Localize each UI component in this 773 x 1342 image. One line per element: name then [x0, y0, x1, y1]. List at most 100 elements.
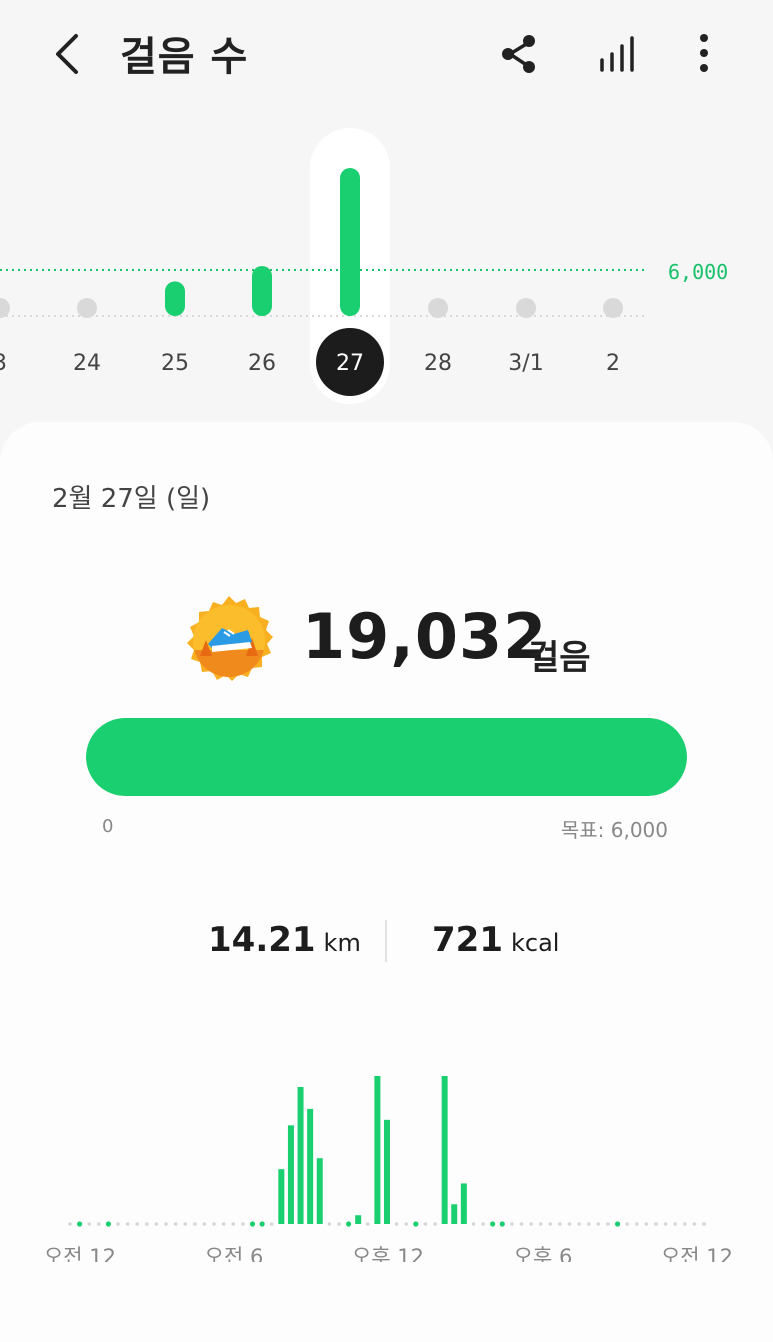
hour-empty-dot — [529, 1222, 533, 1226]
hour-bar — [316, 1158, 323, 1224]
day-bar[interactable] — [340, 168, 360, 316]
bar-chart-icon — [600, 36, 634, 72]
hour-empty-dot — [596, 1222, 601, 1226]
distance-unit: km — [323, 929, 361, 957]
hour-empty-dot — [241, 1222, 245, 1226]
calories-metric: 721 kcal — [432, 920, 559, 960]
hour-empty-dot — [173, 1222, 178, 1226]
hour-empty-dot — [337, 1222, 341, 1226]
hour-axis-label: 오전 12 — [661, 1245, 733, 1262]
day-empty-dot[interactable] — [516, 298, 536, 318]
hour-bar — [384, 1119, 390, 1224]
hour-empty-dot — [558, 1222, 562, 1226]
hour-axis-label: 오후 12 — [352, 1245, 424, 1262]
day-bar[interactable] — [165, 281, 185, 316]
hour-empty-dot — [663, 1222, 668, 1226]
calories-unit: kcal — [510, 929, 560, 957]
day-label[interactable]: 25 — [161, 351, 189, 376]
hour-empty-dot — [394, 1222, 399, 1226]
goal-achieved-badge-icon — [187, 596, 273, 681]
hour-empty-dot — [682, 1222, 687, 1226]
day-label[interactable]: 3/1 — [508, 351, 543, 376]
hour-empty-dot — [673, 1222, 677, 1226]
hour-empty-dot — [135, 1222, 140, 1226]
hour-empty-dot — [586, 1222, 591, 1226]
hour-empty-dot — [68, 1222, 72, 1226]
hour-empty-dot — [327, 1222, 332, 1226]
hour-empty-dot — [625, 1222, 629, 1226]
hour-empty-dot — [692, 1222, 697, 1226]
hour-empty-dot — [567, 1222, 572, 1226]
day-label[interactable]: 2 — [606, 351, 620, 376]
hour-empty-dot — [164, 1222, 168, 1226]
day-empty-dot[interactable] — [603, 298, 623, 318]
hour-empty-dot — [231, 1222, 236, 1226]
top-app-bar: 걸음 수 — [0, 0, 773, 110]
hour-bar-minimal — [249, 1221, 256, 1227]
hour-empty-dot — [202, 1222, 207, 1226]
daily-steps-chart[interactable]: 3 24 25 26 27 28 3/1 2 — [0, 120, 773, 420]
metric-divider — [385, 920, 387, 962]
goal-progress-fill — [86, 718, 687, 796]
hour-empty-dot — [577, 1222, 581, 1226]
hour-bar — [451, 1204, 458, 1224]
distance-value: 14.21 — [208, 920, 316, 960]
hour-bar-minimal — [77, 1221, 83, 1227]
more-options-button[interactable] — [684, 30, 728, 78]
hour-empty-dot — [510, 1222, 514, 1226]
hour-bar — [355, 1215, 362, 1224]
hour-empty-dot — [183, 1222, 188, 1226]
hour-empty-dot — [365, 1222, 370, 1226]
stats-button[interactable] — [596, 30, 640, 78]
hour-bar — [374, 1076, 381, 1224]
day-empty-dot[interactable] — [77, 298, 97, 318]
goal-progress-bar — [86, 718, 687, 796]
back-button[interactable] — [46, 26, 94, 82]
hour-axis-label: 오전 12 — [44, 1245, 116, 1262]
hour-empty-dot — [145, 1222, 149, 1226]
page-title: 걸음 수 — [120, 34, 249, 80]
hour-empty-dot — [634, 1222, 639, 1226]
hour-empty-dot — [125, 1222, 130, 1226]
hour-bar-minimal — [105, 1221, 112, 1227]
day-empty-dot[interactable] — [0, 298, 10, 318]
hour-bar-minimal — [490, 1221, 496, 1227]
progress-goal-label: 목표: 6,000 — [560, 818, 668, 842]
selected-date: 2월 27일 (일) — [52, 484, 211, 514]
hour-empty-dot — [423, 1222, 428, 1226]
hour-empty-dot — [606, 1222, 610, 1226]
day-empty-dot[interactable] — [428, 298, 448, 318]
hour-bar — [278, 1169, 285, 1224]
app-screen: 걸음 수 3 24 — [0, 0, 773, 1342]
day-label[interactable]: 24 — [73, 351, 101, 376]
hour-empty-dot — [702, 1222, 706, 1226]
day-label[interactable]: 26 — [248, 351, 276, 376]
hour-empty-dot — [481, 1222, 485, 1226]
progress-min-label: 0 — [102, 816, 114, 837]
hour-empty-dot — [116, 1222, 120, 1226]
hour-axis-label: 오후 6 — [514, 1245, 573, 1262]
hour-empty-dot — [644, 1222, 649, 1226]
calories-value: 721 — [432, 920, 503, 960]
hour-bar — [441, 1076, 448, 1224]
day-label[interactable]: 3 — [0, 351, 7, 376]
day-label[interactable]: 27 — [336, 351, 364, 376]
hour-empty-dot — [97, 1222, 101, 1226]
hour-bar — [287, 1125, 294, 1224]
day-bar[interactable] — [252, 266, 272, 316]
hour-bar-minimal — [499, 1221, 505, 1227]
day-label[interactable]: 28 — [424, 351, 452, 376]
hour-empty-dot — [212, 1222, 216, 1226]
hour-bar — [297, 1086, 304, 1224]
hour-empty-dot — [221, 1222, 226, 1226]
distance-metric: 14.21 km — [208, 920, 361, 960]
activity-metrics: 14.21 km 721 kcal — [0, 920, 773, 970]
hour-bar-minimal — [259, 1221, 265, 1227]
hour-bar-minimal — [614, 1221, 621, 1227]
step-count-value: 19,032 — [302, 600, 548, 673]
chevron-left-icon — [56, 34, 78, 74]
hour-bar — [307, 1108, 314, 1224]
share-button[interactable] — [496, 30, 540, 78]
hour-bar-minimal — [345, 1221, 352, 1227]
hour-bar — [460, 1183, 467, 1224]
